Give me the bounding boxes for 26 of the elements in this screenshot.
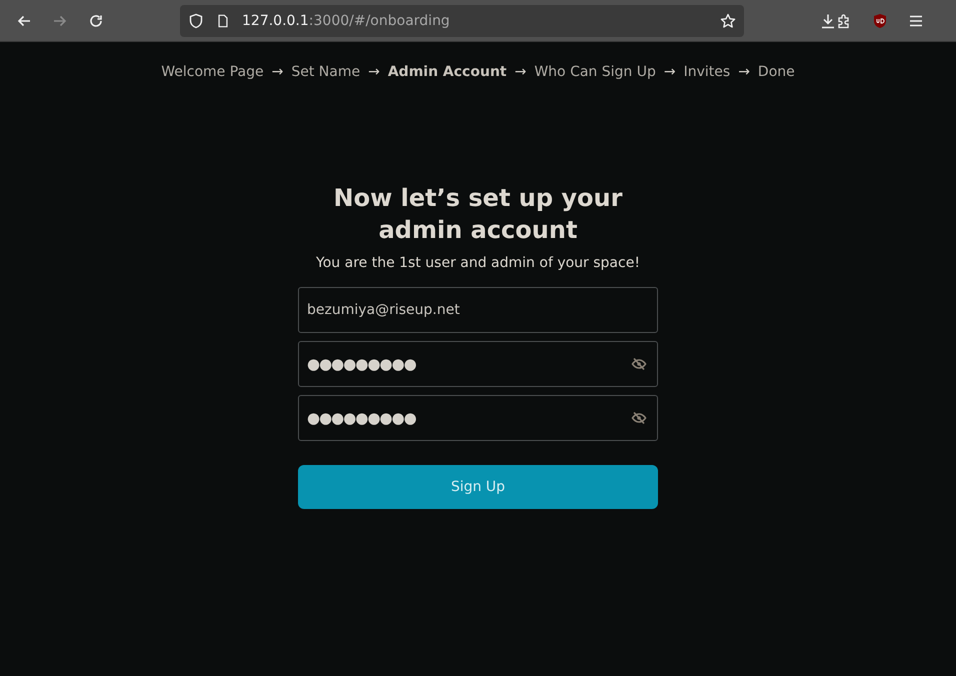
breadcrumb-step: Invites xyxy=(684,64,730,80)
star-icon[interactable] xyxy=(720,12,736,28)
page-title: Now let’s set up your admin account xyxy=(332,183,624,246)
password-field[interactable]: ●●●●●●●●● xyxy=(298,395,658,441)
email-field[interactable]: bezumiya@riseup.net xyxy=(298,287,658,333)
subtitle: You are the 1st user and admin of your space! xyxy=(315,255,641,271)
arrow-separator: → xyxy=(738,64,750,80)
eye-slash-icon[interactable] xyxy=(631,410,647,426)
breadcrumb-step: Admin Account xyxy=(388,64,507,80)
breadcrumb-step: Done xyxy=(758,64,795,80)
arrow-separator: → xyxy=(368,64,380,80)
shield-icon[interactable] xyxy=(188,12,204,28)
page-icon xyxy=(216,14,230,28)
eye-slash-icon[interactable] xyxy=(631,356,647,372)
breadcrumb-step: Who Can Sign Up xyxy=(534,64,656,80)
password-field[interactable]: ●●●●●●●●● xyxy=(298,341,658,387)
arrow-separator: → xyxy=(514,64,526,80)
download-icon[interactable] xyxy=(820,12,836,28)
url-text: 127.0.0.1:3000/#/onboarding xyxy=(242,12,451,28)
arrow-separator: → xyxy=(664,64,676,80)
shield-extension-icon[interactable] xyxy=(872,12,888,28)
arrow-separator: → xyxy=(272,64,284,80)
breadcrumb-step: Welcome Page xyxy=(161,64,264,80)
reload-icon[interactable] xyxy=(88,12,104,28)
breadcrumb-step: Set Name xyxy=(291,64,360,80)
address-bar[interactable]: 127.0.0.1:3000/#/onboarding xyxy=(180,4,744,36)
